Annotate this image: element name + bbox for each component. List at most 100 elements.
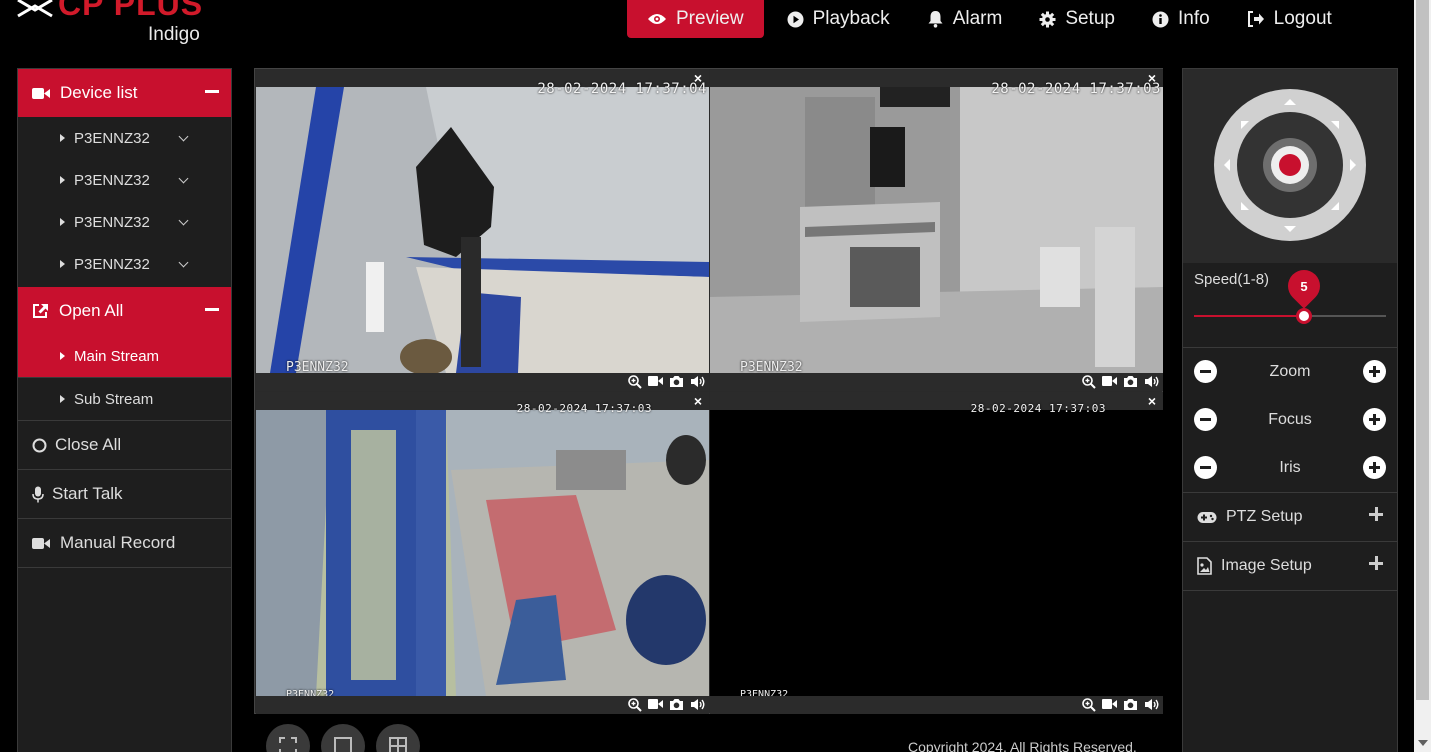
quad-grid-icon [389,737,407,752]
zoom-out-button[interactable] [1194,360,1217,383]
close-icon[interactable]: × [1148,393,1156,409]
zoom-in-icon[interactable] [628,375,642,389]
expand-plus-icon[interactable] [1369,507,1383,521]
scrollbar-thumb[interactable] [1416,0,1429,700]
left-panel: Device list P3ENNZ32 P3ENNZ32 P3ENNZ32 P… [17,68,232,752]
image-setup-row[interactable]: Image Setup [1183,541,1397,590]
nav-playback[interactable]: Playback [773,0,904,38]
speed-value-bubble: 5 [1281,263,1327,309]
expand-plus-icon[interactable] [1369,556,1383,570]
play-circle-icon [787,11,804,27]
zoom-in-icon[interactable] [628,698,642,712]
iris-minus-button[interactable] [1194,456,1217,479]
single-window-icon [334,737,352,752]
snapshot-camera-icon[interactable] [669,375,684,388]
video-timestamp: 28-02-2024 17:37:04 [537,81,707,97]
nav-info[interactable]: Info [1138,0,1224,38]
manual-record-button[interactable]: Manual Record [18,519,231,568]
iris-plus-button[interactable] [1363,456,1386,479]
zoom-in-icon[interactable] [1082,698,1096,712]
focus-minus-button[interactable] [1194,408,1217,431]
record-icon[interactable] [648,375,663,387]
chevron-down-icon[interactable] [178,257,189,268]
zoom-in-button[interactable] [1363,360,1386,383]
expand-arrow-icon [60,134,65,142]
video-cell[interactable]: × 28-02-2024 17:37:03 P3ENNZ32 [710,69,1163,391]
nav-alarm[interactable]: Alarm [913,0,1017,38]
close-all-button[interactable]: Close All [18,421,231,470]
close-all-label: Close All [55,435,122,454]
expand-arrow-icon [60,260,65,268]
main-stream-label: Main Stream [74,347,160,365]
video-feed [710,87,1163,373]
copyright-text: Copyright 2024. All Rights Reserved. [908,739,1137,752]
audio-icon[interactable] [690,375,705,388]
video-camera-icon [32,537,50,549]
nav-alarm-label: Alarm [952,8,1003,29]
open-all-header[interactable]: Open All [18,287,231,335]
audio-icon[interactable] [1144,698,1159,711]
focus-control: Focus [1183,396,1397,444]
nav-setup[interactable]: Setup [1025,0,1129,38]
nav-logout-label: Logout [1273,8,1332,29]
video-grid: × 28-02-2024 17:37:04 P3ENNZ32 × 28-02-2… [254,68,1163,714]
video-cell[interactable]: × 28-02-2024 17:37:03 P3ENNZ32 [710,392,1163,714]
logo: CP PLUS Indigo [16,0,216,48]
circle-icon [32,438,47,452]
image-setup-label: Image Setup [1221,557,1312,574]
audio-icon[interactable] [690,698,705,711]
microphone-icon [32,486,44,502]
video-cell[interactable]: × 28-02-2024 17:37:04 P3ENNZ32 [256,69,709,391]
snapshot-camera-icon[interactable] [669,698,684,711]
open-all-label: Open All [59,301,124,320]
ptz-joystick[interactable] [1183,69,1399,263]
chevron-down-icon[interactable] [178,173,189,184]
ptz-direction-pad [1183,69,1397,263]
collapse-icon[interactable] [205,308,219,311]
fullscreen-button[interactable] [266,724,310,752]
collapse-icon[interactable] [205,90,219,93]
video-timestamp: 28-02-2024 17:37:03 [516,402,652,415]
focus-plus-button[interactable] [1363,408,1386,431]
zoom-label: Zoom [1269,363,1311,380]
device-item[interactable]: P3ENNZ32 [18,159,231,201]
speed-slider-fill [1194,315,1304,317]
quad-view-button[interactable] [376,724,420,752]
video-feed [256,87,709,373]
nav-preview[interactable]: Preview [627,0,764,38]
device-item[interactable]: P3ENNZ32 [18,201,231,243]
speed-slider[interactable]: 5 [1194,263,1386,324]
device-item[interactable]: P3ENNZ32 [18,117,231,159]
start-talk-button[interactable]: Start Talk [18,470,231,519]
device-name: P3ENNZ32 [74,255,150,273]
ptz-setup-row[interactable]: PTZ Setup [1183,492,1397,541]
top-nav: Preview Playback Alarm Setup Info Logout [627,0,1355,38]
device-item[interactable]: P3ENNZ32 [18,243,231,285]
speed-value: 5 [1300,278,1308,294]
zoom-in-icon[interactable] [1082,375,1096,389]
chevron-down-icon[interactable] [178,131,189,142]
video-cell[interactable]: × 28-02-2024 17:37:03 P3ENNZ32 [256,392,709,714]
start-talk-label: Start Talk [52,484,123,503]
camera-frame-image [710,87,1163,373]
device-list-header[interactable]: Device list [18,69,231,117]
speed-slider-knob[interactable] [1296,308,1312,324]
speed-label: Speed(1-8) [1194,271,1270,288]
sub-stream-option[interactable]: Sub Stream [18,378,231,421]
audio-icon[interactable] [1144,375,1159,388]
snapshot-camera-icon[interactable] [1123,375,1138,388]
main-stream-option[interactable]: Main Stream [18,335,231,378]
record-icon[interactable] [1102,375,1117,387]
gear-icon [1039,11,1056,27]
snapshot-camera-icon[interactable] [1123,698,1138,711]
close-icon[interactable]: × [694,393,702,409]
single-view-button[interactable] [321,724,365,752]
record-icon[interactable] [648,698,663,710]
scroll-down-arrow-icon[interactable] [1418,740,1428,746]
expand-arrow-icon [60,352,65,360]
record-icon[interactable] [1102,698,1117,710]
gamepad-icon [1197,511,1217,523]
page-scrollbar[interactable] [1414,0,1431,752]
nav-logout[interactable]: Logout [1233,0,1346,38]
chevron-down-icon[interactable] [178,215,189,226]
